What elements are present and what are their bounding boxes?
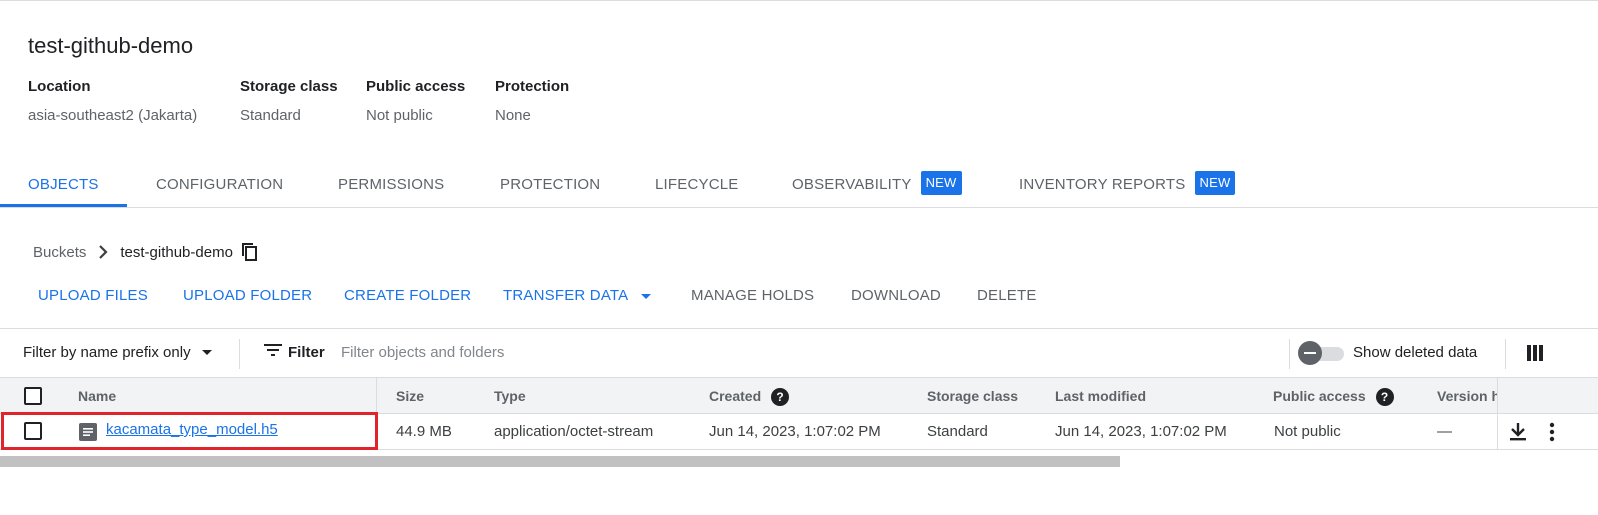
- filter-mode-select[interactable]: Filter by name prefix only: [23, 329, 213, 377]
- meta-label: Storage class: [240, 78, 338, 95]
- download-button[interactable]: DOWNLOAD: [851, 287, 941, 304]
- tab-configuration[interactable]: CONFIGURATION: [156, 160, 283, 208]
- help-icon[interactable]: ?: [771, 388, 790, 407]
- meta-label: Location: [28, 78, 91, 95]
- column-header-storage-class[interactable]: Storage class: [927, 378, 1018, 414]
- column-header-last-modified[interactable]: Last modified: [1055, 378, 1146, 414]
- public-access-header-label: Public access: [1273, 388, 1366, 404]
- transfer-data-button[interactable]: TRANSFER DATA: [503, 287, 652, 305]
- object-created: Jun 14, 2023, 1:07:02 PM: [709, 423, 881, 440]
- meta-storage-class: Storage class Standard: [240, 78, 338, 124]
- column-header-public-access[interactable]: Public access ?: [1273, 378, 1394, 414]
- object-last-modified: Jun 14, 2023, 1:07:02 PM: [1055, 423, 1227, 440]
- table-header: Name Size Type Created ? Storage class L…: [0, 378, 1598, 414]
- toggle-switch: [1298, 341, 1344, 366]
- object-size: 44.9 MB: [396, 423, 452, 440]
- breadcrumb-current: test-github-demo: [120, 243, 233, 261]
- caret-down-icon: [201, 329, 213, 377]
- new-badge: NEW: [1194, 171, 1236, 196]
- copy-icon[interactable]: [241, 242, 259, 262]
- tab-observability[interactable]: OBSERVABILITY NEW: [792, 160, 962, 208]
- filter-button[interactable]: Filter: [264, 329, 325, 377]
- caret-down-icon: [640, 288, 652, 305]
- annotation-highlight-box: [1, 412, 378, 450]
- column-header-version-history[interactable]: Version h: [1437, 378, 1497, 414]
- tab-lifecycle[interactable]: LIFECYCLE: [655, 160, 739, 208]
- tab-label: OBSERVABILITY: [792, 176, 912, 193]
- object-public-access: Not public: [1274, 423, 1341, 440]
- help-icon[interactable]: ?: [1375, 388, 1394, 407]
- filter-bar: Filter by name prefix only Filter Filter…: [0, 328, 1598, 378]
- select-all-checkbox[interactable]: [24, 387, 42, 405]
- meta-label: Protection: [495, 78, 570, 95]
- column-header-name[interactable]: Name: [78, 378, 116, 414]
- object-type: application/octet-stream: [494, 423, 654, 440]
- tab-label: INVENTORY REPORTS: [1019, 176, 1186, 193]
- column-header-type[interactable]: Type: [494, 378, 526, 414]
- column-header-created[interactable]: Created ?: [709, 378, 790, 414]
- meta-protection: Protection None: [495, 78, 569, 124]
- meta-location: Location asia-southeast2 (Jakarta): [28, 78, 197, 124]
- manage-holds-button[interactable]: MANAGE HOLDS: [691, 287, 814, 304]
- meta-value: Standard: [240, 107, 301, 124]
- meta-label: Public access: [366, 78, 466, 95]
- column-display-icon[interactable]: [1527, 329, 1543, 377]
- filter-input[interactable]: Filter objects and folders: [341, 329, 1241, 377]
- divider: [239, 339, 240, 369]
- object-version-history: —: [1437, 423, 1452, 440]
- active-tab-indicator: [0, 204, 127, 207]
- more-vert-icon[interactable]: [1548, 414, 1556, 450]
- tab-protection[interactable]: PROTECTION: [500, 160, 600, 208]
- tab-inventory-reports[interactable]: INVENTORY REPORTS NEW: [1019, 160, 1236, 208]
- show-deleted-toggle[interactable]: [1298, 329, 1344, 377]
- upload-files-button[interactable]: UPLOAD FILES: [38, 287, 148, 304]
- create-folder-button[interactable]: CREATE FOLDER: [344, 287, 471, 304]
- breadcrumb-buckets[interactable]: Buckets: [33, 244, 86, 261]
- filter-label: Filter: [288, 344, 325, 361]
- download-icon[interactable]: [1509, 414, 1527, 450]
- tab-bar: OBJECTS CONFIGURATION PERMISSIONS PROTEC…: [0, 160, 1598, 208]
- created-header-label: Created: [709, 388, 762, 404]
- meta-value: asia-southeast2 (Jakarta): [28, 107, 198, 124]
- meta-value: Not public: [366, 107, 433, 124]
- divider: [1505, 339, 1506, 369]
- filter-list-icon: [264, 329, 282, 377]
- meta-value: None: [495, 107, 531, 124]
- delete-button[interactable]: DELETE: [977, 287, 1037, 304]
- chevron-right-icon: [98, 245, 108, 259]
- top-border: [0, 0, 1598, 1]
- horizontal-scrollbar[interactable]: [0, 456, 1120, 467]
- meta-public-access: Public access Not public: [366, 78, 465, 124]
- divider: [1289, 339, 1290, 369]
- breadcrumb: Buckets test-github-demo: [33, 242, 259, 262]
- filter-mode-label: Filter by name prefix only: [23, 344, 191, 361]
- show-deleted-label: Show deleted data: [1353, 344, 1478, 361]
- upload-folder-button[interactable]: UPLOAD FOLDER: [183, 287, 312, 304]
- page-title: test-github-demo: [28, 33, 194, 58]
- new-badge: NEW: [920, 171, 962, 196]
- column-header-size[interactable]: Size: [396, 378, 424, 414]
- tab-objects[interactable]: OBJECTS: [28, 160, 99, 208]
- transfer-data-label: TRANSFER DATA: [503, 287, 628, 304]
- object-storage-class: Standard: [927, 423, 988, 440]
- tab-permissions[interactable]: PERMISSIONS: [338, 160, 444, 208]
